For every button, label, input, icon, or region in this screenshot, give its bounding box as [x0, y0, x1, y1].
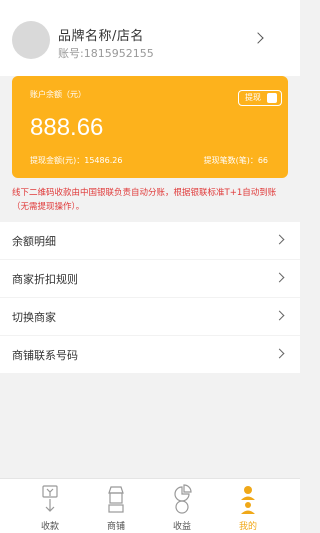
menu-item-switch-merchant[interactable]: 切换商家	[0, 298, 300, 335]
menu-item-label: 商家折扣规则	[12, 273, 78, 286]
tab-shop[interactable]: 商铺	[86, 479, 146, 533]
menu-item-label: 余额明细	[12, 235, 56, 248]
tab-bar: 收款 商铺 收益 我的	[0, 478, 300, 533]
chevron-right-icon[interactable]	[252, 32, 264, 44]
user-icon	[241, 486, 255, 514]
shop-icon	[108, 486, 124, 513]
tab-label: 收益	[172, 522, 191, 532]
chevron-right-icon	[274, 310, 285, 321]
tab-label: 我的	[238, 522, 257, 532]
withdraw-count: 提现笔数(笔)：66	[203, 156, 268, 165]
wallet-icon	[267, 93, 277, 103]
menu-item-shop-phone[interactable]: 商铺联系号码	[0, 336, 300, 373]
tab-label: 商铺	[106, 522, 125, 532]
brand-name: 品牌名称/店名	[58, 29, 144, 44]
menu-item-label: 商铺联系号码	[12, 349, 78, 362]
tab-label: 收款	[40, 522, 59, 532]
settlement-notice: 线下二维码收款由中国银联负责自动分账，根据银联标准T+1自动到账（无需提现操作）…	[12, 188, 277, 212]
profile-header[interactable]: 品牌名称/店名 账号:1815952155	[0, 0, 300, 76]
pie-chart-icon	[174, 484, 192, 514]
account-number: 账号:1815952155	[58, 47, 154, 60]
balance-card: 账户余额（元） 提现 888.66 提现金额(元)：15486.26 提现笔数(…	[12, 76, 288, 178]
chevron-right-icon	[274, 234, 285, 245]
payment-icon	[42, 485, 58, 512]
chevron-right-icon	[274, 272, 285, 283]
menu-item-balance-detail[interactable]: 余额明细	[0, 222, 300, 259]
chevron-right-icon	[274, 348, 285, 359]
tab-payment[interactable]: 收款	[20, 479, 80, 533]
menu-item-discount-rules[interactable]: 商家折扣规则	[0, 260, 300, 297]
withdrawn-amount: 提现金额(元)：15486.26	[30, 156, 123, 165]
avatar	[12, 21, 50, 59]
withdraw-label: 提现	[245, 93, 261, 102]
withdraw-button[interactable]: 提现	[238, 90, 282, 106]
balance-label: 账户余额（元）	[30, 90, 86, 99]
tab-mine[interactable]: 我的	[218, 479, 278, 533]
tab-earnings[interactable]: 收益	[152, 479, 212, 533]
balance-amount: 888.66	[30, 114, 104, 141]
menu-item-label: 切换商家	[12, 311, 56, 324]
